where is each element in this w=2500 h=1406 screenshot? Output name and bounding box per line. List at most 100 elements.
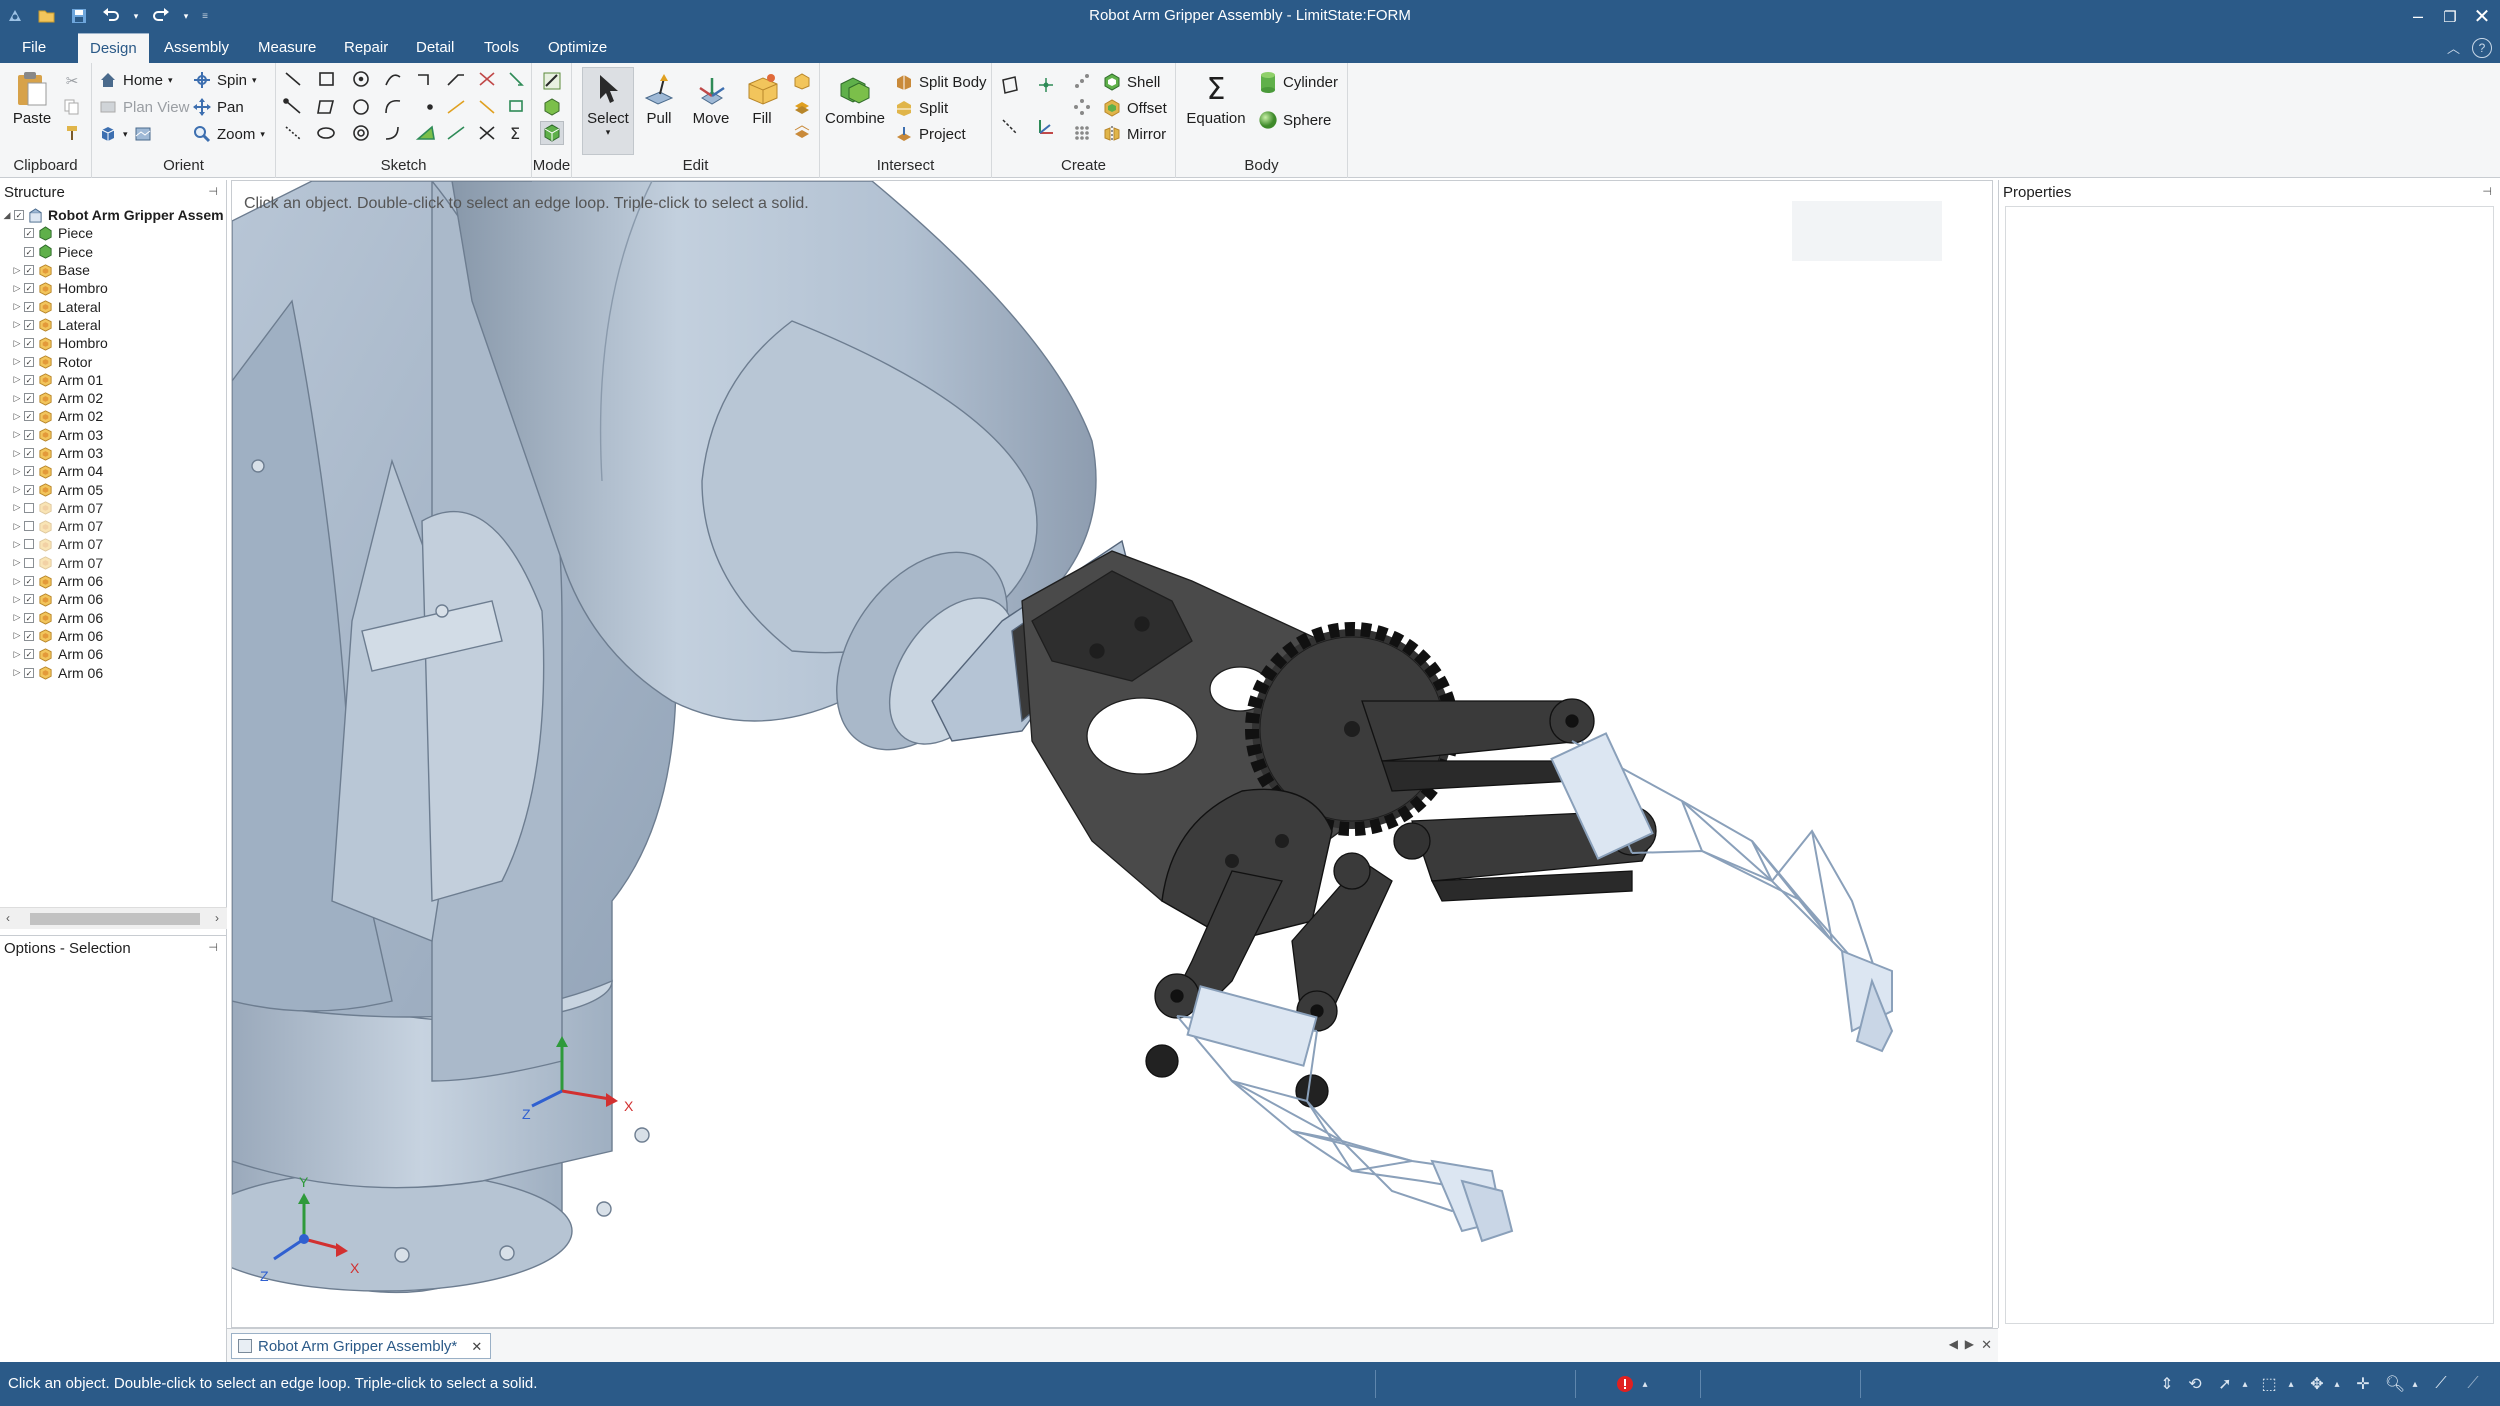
visibility-checkbox[interactable] <box>24 521 34 532</box>
expand-icon[interactable]: ▷ <box>10 502 24 513</box>
tab-repair[interactable]: Repair <box>332 33 400 63</box>
visibility-checkbox[interactable]: ✓ <box>24 594 34 605</box>
tree-item[interactable]: ▷ Arm 07 <box>0 499 227 517</box>
expand-icon[interactable]: ▷ <box>10 630 24 641</box>
fill-button[interactable]: Fill <box>738 68 786 140</box>
select-dropdown-icon[interactable]: ▴ <box>2234 1373 2256 1395</box>
tab-detail[interactable]: Detail <box>404 33 466 63</box>
expand-icon[interactable]: ▷ <box>10 484 24 495</box>
tree-item[interactable]: ▷ ✓ Arm 02 <box>0 407 227 425</box>
tree-item[interactable]: ▷ ✓ Arm 06 <box>0 627 227 645</box>
tree-item[interactable]: ▷ ✓ Lateral <box>0 297 227 315</box>
help-icon[interactable]: ? <box>2472 38 2492 58</box>
visibility-checkbox[interactable]: ✓ <box>24 374 34 385</box>
tree-item[interactable]: ▷ ✓ Arm 04 <box>0 462 227 480</box>
paste-button[interactable]: Paste <box>4 68 60 140</box>
format-painter-icon[interactable] <box>62 123 82 143</box>
pan-button[interactable]: Pan <box>192 96 244 118</box>
expand-icon[interactable]: ▷ <box>10 356 24 367</box>
tab-assembly[interactable]: Assembly <box>152 33 241 63</box>
expand-icon[interactable]: ▷ <box>10 612 24 623</box>
tree-item[interactable]: ▷ ✓ Rotor <box>0 352 227 370</box>
expand-icon[interactable]: ▷ <box>10 338 24 349</box>
select-status-icon[interactable]: ➚ <box>2214 1373 2236 1395</box>
home-dropdown-icon[interactable]: ▾ <box>168 75 173 86</box>
tree-item[interactable]: ▷ Arm 07 <box>0 535 227 553</box>
origin-icon[interactable] <box>1036 117 1056 137</box>
visibility-checkbox[interactable]: ✓ <box>24 393 34 404</box>
tab-design[interactable]: Design <box>78 33 149 63</box>
orient-dropdown-icon[interactable]: ▴ <box>2326 1373 2348 1395</box>
tree-item[interactable]: ▷ ✓ Arm 03 <box>0 426 227 444</box>
visibility-checkbox[interactable]: ✓ <box>24 301 34 312</box>
zoom-dropdown-icon[interactable]: ▾ <box>260 129 265 140</box>
equation-button[interactable]: Σ Equation <box>1180 68 1252 140</box>
replace-icon[interactable] <box>792 71 812 91</box>
tab-tools[interactable]: Tools <box>472 33 531 63</box>
tree-item[interactable]: ▷ ✓ Arm 03 <box>0 444 227 462</box>
tree-item[interactable]: ▷ ✓ Arm 06 <box>0 609 227 627</box>
scroll-left-icon[interactable]: ‹ <box>6 911 10 925</box>
cut-icon[interactable]: ✂ <box>62 71 82 91</box>
visibility-checkbox[interactable]: ✓ <box>24 228 34 239</box>
expand-icon[interactable]: ▷ <box>10 576 24 587</box>
expand-icon[interactable]: ▷ <box>10 429 24 440</box>
document-tab[interactable]: Robot Arm Gripper Assembly* ✕ <box>231 1333 492 1359</box>
3d-mode-icon[interactable] <box>540 121 564 145</box>
tweak-face-icon[interactable] <box>792 97 812 117</box>
tab-prev-icon[interactable]: ◀ <box>1949 1337 1958 1351</box>
move-button[interactable]: Move <box>686 68 736 140</box>
tree-item[interactable]: ▷ ✓ Arm 06 <box>0 645 227 663</box>
visibility-checkbox[interactable] <box>24 539 34 550</box>
tree-item[interactable]: ▷ ✓ Arm 06 <box>0 590 227 608</box>
tree-item[interactable]: ▷ ✓ Arm 06 <box>0 572 227 590</box>
select-button[interactable]: Select ▾ <box>582 67 634 155</box>
expand-icon[interactable]: ▷ <box>10 411 24 422</box>
close-all-tabs-icon[interactable]: ✕ <box>1981 1337 1992 1353</box>
expand-icon[interactable]: ▷ <box>10 594 24 605</box>
tree-item[interactable]: ▷ ✓ Hombro <box>0 279 227 297</box>
axis-icon[interactable] <box>1000 117 1020 137</box>
close-tab-icon[interactable]: ✕ <box>471 1339 482 1354</box>
tree-item[interactable]: ▷ Arm 07 <box>0 554 227 572</box>
home-button[interactable]: Home ▾ <box>98 69 173 91</box>
shell-button[interactable]: Shell <box>1102 71 1160 93</box>
expand-icon[interactable]: ▷ <box>10 649 24 660</box>
visibility-checkbox[interactable]: ✓ <box>24 612 34 623</box>
expand-icon[interactable]: ▷ <box>10 466 24 477</box>
tree-item[interactable]: ✓ Piece <box>0 224 227 242</box>
point-icon[interactable] <box>1036 75 1056 95</box>
box-select-dropdown-icon[interactable]: ▴ <box>2280 1373 2302 1395</box>
nudge-icon[interactable]: ⇕ <box>2156 1373 2178 1395</box>
tab-next-icon[interactable]: ▶ <box>1965 1337 1974 1351</box>
measure-status-icon[interactable]: ⟋ <box>2430 1373 2452 1395</box>
pin-icon[interactable]: ⊣ <box>208 941 218 954</box>
orient-status-icon[interactable]: ✥ <box>2306 1373 2328 1395</box>
cylinder-button[interactable]: Cylinder <box>1258 71 1338 93</box>
split-body-button[interactable]: Split Body <box>894 71 987 93</box>
tree-item[interactable]: ▷ ✓ Arm 02 <box>0 389 227 407</box>
visibility-checkbox[interactable]: ✓ <box>24 246 34 257</box>
zoom-button[interactable]: Zoom ▾ <box>192 123 265 145</box>
sketch-mode-icon[interactable] <box>542 71 562 91</box>
lower-lattice-finger[interactable] <box>1176 985 1514 1243</box>
tree-root[interactable]: ◢ ✓ Robot Arm Gripper Assem <box>0 206 227 224</box>
visibility-checkbox[interactable]: ✓ <box>24 429 34 440</box>
sketch-tools[interactable]: Σ <box>282 69 526 145</box>
visibility-checkbox[interactable]: ✓ <box>24 649 34 660</box>
expand-icon[interactable]: ▷ <box>10 393 24 404</box>
visibility-checkbox[interactable] <box>24 557 34 568</box>
pan-status-icon[interactable]: ✛ <box>2352 1373 2374 1395</box>
tree-item[interactable]: ▷ ✓ Base <box>0 261 227 279</box>
fill-pattern-icon[interactable] <box>1072 123 1092 143</box>
sketch-status-icon[interactable]: ⟋ <box>2462 1373 2484 1395</box>
visibility-checkbox[interactable]: ✓ <box>24 576 34 587</box>
tree-item[interactable]: ▷ ✓ Lateral <box>0 316 227 334</box>
spin-status-icon[interactable]: ⟲ <box>2184 1373 2206 1395</box>
project-button[interactable]: Project <box>894 123 966 145</box>
expand-icon[interactable]: ▷ <box>10 301 24 312</box>
blend-icon[interactable] <box>792 123 812 143</box>
tree-item[interactable]: ✓ Piece <box>0 243 227 261</box>
expand-icon[interactable]: ▷ <box>10 265 24 276</box>
visibility-checkbox[interactable]: ✓ <box>24 283 34 294</box>
